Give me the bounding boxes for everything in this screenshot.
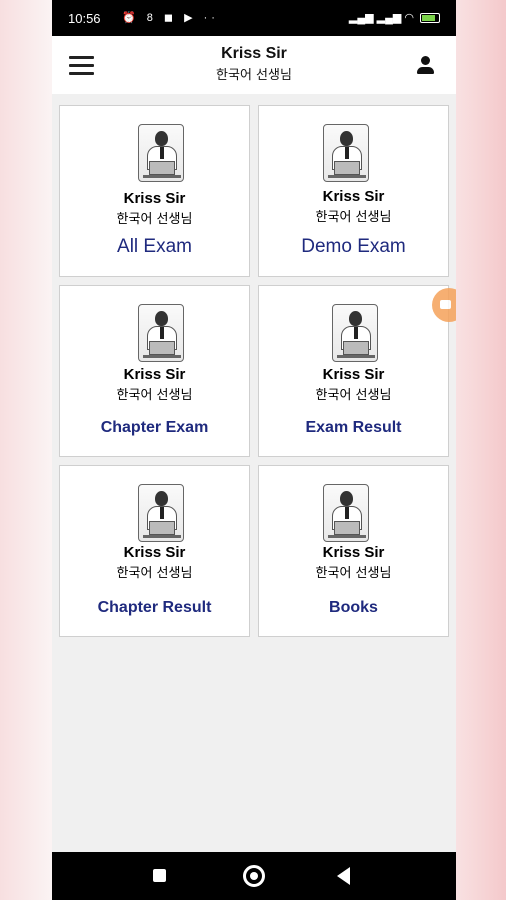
- card-subtitle: 한국어 선생님: [116, 388, 193, 403]
- card-name: Kriss Sir: [123, 366, 186, 383]
- card-subtitle: 한국어 선생님: [116, 566, 193, 581]
- card-label: All Exam: [117, 236, 192, 257]
- battery-icon: [420, 12, 440, 23]
- card-name: Kriss Sir: [322, 366, 385, 383]
- card-subtitle: 한국어 선생님: [315, 210, 392, 225]
- teacher-photo: [323, 484, 369, 542]
- status-bar: 10:56 ⏰ 8 ◼ ▶ ·· ▂▄▆ ▂▄▆ ◠: [52, 0, 456, 36]
- triangle-back-icon[interactable]: [337, 867, 350, 885]
- card-label: Chapter Result: [97, 599, 212, 616]
- card-demo-exam[interactable]: Kriss Sir 한국어 선생님 Demo Exam: [258, 105, 449, 277]
- card-name: Kriss Sir: [123, 190, 186, 207]
- card-all-exam[interactable]: Kriss Sir 한국어 선생님 All Exam: [59, 105, 250, 277]
- app-subtitle: 한국어 선생님: [216, 68, 292, 83]
- card-label: Demo Exam: [301, 236, 406, 257]
- teacher-photo: [138, 484, 184, 542]
- status-system-icons: ▂▄▆ ▂▄▆ ◠: [349, 11, 440, 24]
- card-name: Kriss Sir: [123, 544, 186, 561]
- navigation-bar: [52, 852, 456, 900]
- card-label: Chapter Exam: [100, 419, 209, 436]
- card-name: Kriss Sir: [322, 188, 385, 205]
- card-chapter-exam[interactable]: Kriss Sir 한국어 선생님 Chapter Exam: [59, 285, 250, 457]
- signal-wifi-icons: ▂▄▆ ▂▄▆ ◠: [348, 12, 414, 24]
- person-icon[interactable]: [416, 56, 436, 76]
- teacher-photo: [138, 304, 184, 362]
- card-subtitle: 한국어 선생님: [315, 388, 392, 403]
- app-title: Kriss Sir: [221, 45, 287, 62]
- card-label: Exam Result: [305, 419, 402, 436]
- teacher-photo: [332, 304, 378, 362]
- card-subtitle: 한국어 선생님: [315, 566, 392, 581]
- card-exam-result[interactable]: Kriss Sir 한국어 선생님 Exam Result: [258, 285, 449, 457]
- phone-screen: 10:56 ⏰ 8 ◼ ▶ ·· ▂▄▆ ▂▄▆ ◠ Kriss Sir 한국어…: [52, 0, 456, 900]
- square-icon[interactable]: [153, 869, 166, 882]
- circle-icon[interactable]: [243, 865, 265, 887]
- card-chapter-result[interactable]: Kriss Sir 한국어 선생님 Chapter Result: [59, 465, 250, 637]
- app-bar: Kriss Sir 한국어 선생님: [52, 36, 456, 94]
- card-books[interactable]: Kriss Sir 한국어 선생님 Books: [258, 465, 449, 637]
- card-subtitle: 한국어 선생님: [116, 212, 193, 227]
- teacher-photo: [323, 124, 369, 182]
- status-notification-icons: ⏰ 8 ◼ ▶ ··: [122, 12, 219, 24]
- teacher-photo: [138, 124, 184, 182]
- card-label: Books: [329, 599, 378, 616]
- status-time: 10:56: [68, 11, 101, 26]
- card-name: Kriss Sir: [322, 544, 385, 561]
